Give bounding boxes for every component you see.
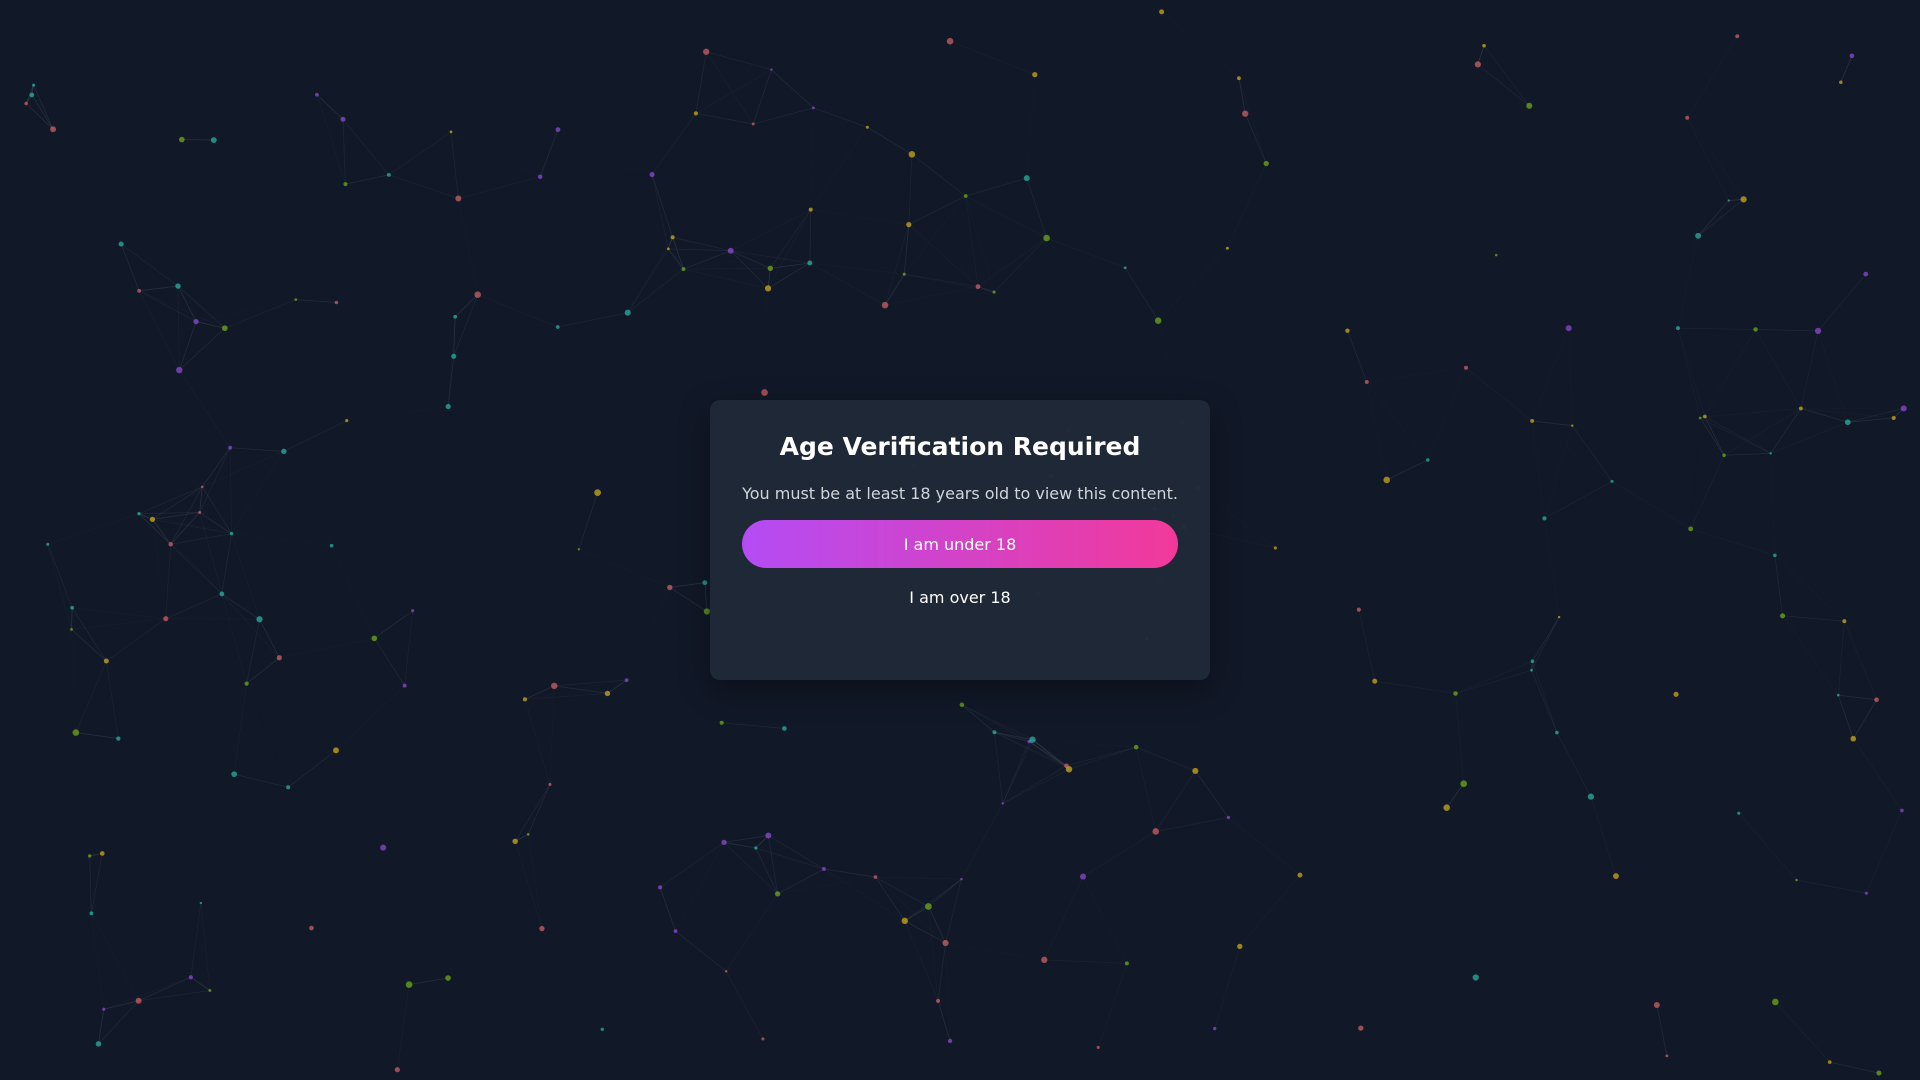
over-18-button[interactable]: I am over 18 xyxy=(893,582,1026,613)
under-18-button[interactable]: I am under 18 xyxy=(742,520,1178,568)
dialog-message: You must be at least 18 years old to vie… xyxy=(742,484,1178,503)
modal-overlay: Age Verification Required You must be at… xyxy=(0,0,1920,1080)
dialog-title: Age Verification Required xyxy=(779,432,1141,461)
age-verification-dialog: Age Verification Required You must be at… xyxy=(710,400,1210,680)
